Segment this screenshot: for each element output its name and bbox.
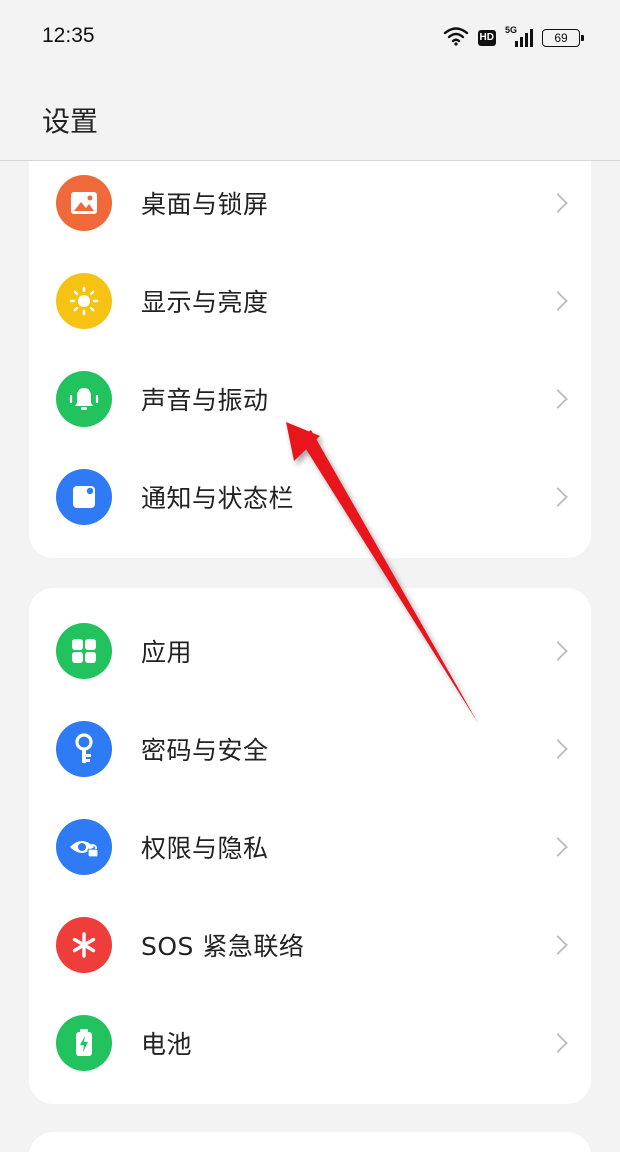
settings-item-label: 通知与状态栏 [141,484,295,513]
settings-item-battery[interactable]: 电池 [29,994,591,1092]
cellular-signal-icon: 5G [505,25,533,49]
chevron-right-icon [548,487,568,507]
settings-item-label: 显示与亮度 [141,288,269,317]
status-time: 12:35 [42,24,95,47]
chevron-right-icon [548,837,568,857]
status-icons: HD 5G 69 [443,24,584,52]
chevron-right-icon [548,291,568,311]
battery-level: 69 [554,31,568,45]
chevron-right-icon [548,193,568,213]
settings-item-sos-emergency[interactable]: SOS 紧急联络 [29,896,591,994]
notification-icon [56,469,112,525]
settings-item-permissions-privacy[interactable]: 权限与隐私 [29,798,591,896]
settings-item-notification-statusbar[interactable]: 通知与状态栏 [29,448,591,546]
settings-item-label: 密码与安全 [141,736,269,765]
chevron-right-icon [548,1033,568,1053]
key-icon [56,721,112,777]
settings-group-system: 应用 密码与安全 权限与隐私 SOS 紧急联络 电池 [29,588,591,1104]
battery-indicator: 69 [542,29,584,47]
apps-grid-icon [56,623,112,679]
settings-group-personalization: 桌面与锁屏 显示与亮度 声音与振动 通知与状态栏 [29,130,591,558]
app-header: 设置 [0,76,620,161]
hd-badge: HD [477,30,496,46]
settings-item-desktop-lockscreen[interactable]: 桌面与锁屏 [29,154,591,252]
battery-icon [56,1015,112,1071]
wallpaper-icon [56,175,112,231]
settings-group-more [29,1132,591,1152]
wifi-icon [443,26,469,50]
chevron-right-icon [548,389,568,409]
chevron-right-icon [548,641,568,661]
settings-item-label: SOS 紧急联络 [141,932,305,961]
brightness-icon [56,273,112,329]
settings-screen: 12:35 HD 5G 69 设置 桌面与锁屏 显示与亮度 声音与振动 通知与状… [0,0,620,1152]
settings-item-label: 应用 [141,638,193,667]
chevron-right-icon [548,739,568,759]
status-bar: 12:35 HD 5G 69 [0,0,620,76]
chevron-right-icon [548,935,568,955]
bell-vibrate-icon [56,371,112,427]
settings-item-label: 声音与振动 [141,386,269,415]
settings-item-label: 桌面与锁屏 [141,190,269,219]
settings-item-sound-vibration[interactable]: 声音与振动 [29,350,591,448]
settings-item-label: 权限与隐私 [141,834,269,863]
settings-item-password-security[interactable]: 密码与安全 [29,700,591,798]
page-title: 设置 [42,105,99,138]
eye-lock-icon [56,819,112,875]
settings-item-display-brightness[interactable]: 显示与亮度 [29,252,591,350]
asterisk-icon [56,917,112,973]
settings-item-apps[interactable]: 应用 [29,602,591,700]
settings-item-label: 电池 [141,1030,193,1059]
